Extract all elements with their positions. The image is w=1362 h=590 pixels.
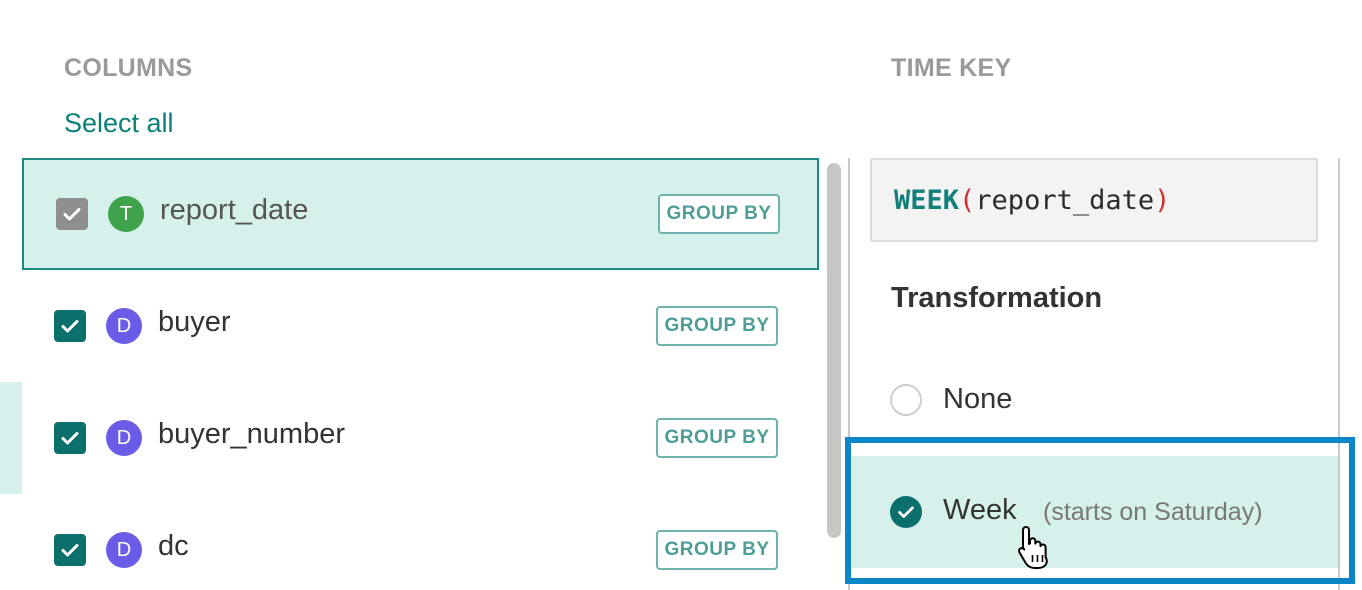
column-name: dc (158, 530, 189, 562)
option-note: (starts on Saturday) (1043, 498, 1263, 526)
type-badge-time: T (108, 196, 144, 232)
group-by-button[interactable]: GROUP BY (656, 306, 778, 346)
left-panel-edge (0, 382, 22, 494)
time-key-panel-border (848, 158, 850, 590)
expression-close-paren: ) (1154, 184, 1171, 216)
type-badge-dimension: D (106, 420, 142, 456)
column-name: buyer (158, 306, 231, 338)
select-all-link[interactable]: Select all (64, 108, 174, 139)
time-key-expression: WEEK(report_date) (870, 158, 1318, 242)
column-row-buyer[interactable]: D buyer GROUP BY (22, 270, 819, 382)
transformation-option-none[interactable]: None (852, 345, 1338, 455)
checkmark-icon (898, 506, 914, 518)
option-label: None (943, 383, 1013, 415)
expression-open-paren: ( (959, 184, 976, 216)
type-badge-dimension: D (106, 532, 142, 568)
time-key-section-label: TIME KEY (891, 54, 1012, 82)
scrollbar-thumb[interactable] (827, 163, 841, 538)
type-badge-dimension: D (106, 308, 142, 344)
checkmark-icon (63, 208, 81, 221)
columns-section-label: COLUMNS (64, 54, 193, 82)
expression-argument: report_date (975, 184, 1155, 216)
group-by-button[interactable]: GROUP BY (658, 194, 780, 234)
transformation-heading: Transformation (891, 282, 1103, 314)
radio-button-checked[interactable] (890, 496, 922, 528)
column-list: T report_date GROUP BY D buyer GROUP BY … (22, 158, 819, 590)
column-checkbox[interactable] (56, 198, 88, 230)
column-row-dc[interactable]: D dc GROUP BY (22, 494, 819, 590)
option-label: Week (943, 494, 1017, 526)
transformation-option-week[interactable]: Week (starts on Saturday) (852, 456, 1338, 568)
checkmark-icon (61, 432, 79, 445)
column-name: report_date (160, 194, 309, 226)
column-row-report-date[interactable]: T report_date GROUP BY (22, 158, 819, 270)
column-checkbox[interactable] (54, 534, 86, 566)
time-key-panel-border (1338, 158, 1340, 590)
column-name: buyer_number (158, 418, 345, 450)
group-by-button[interactable]: GROUP BY (656, 530, 778, 570)
column-row-buyer-number[interactable]: D buyer_number GROUP BY (22, 382, 819, 494)
column-checkbox[interactable] (54, 422, 86, 454)
checkmark-icon (61, 544, 79, 557)
column-checkbox[interactable] (54, 310, 86, 342)
expression-function: WEEK (894, 184, 960, 216)
group-by-button[interactable]: GROUP BY (656, 418, 778, 458)
radio-button[interactable] (890, 384, 922, 416)
checkmark-icon (61, 320, 79, 333)
